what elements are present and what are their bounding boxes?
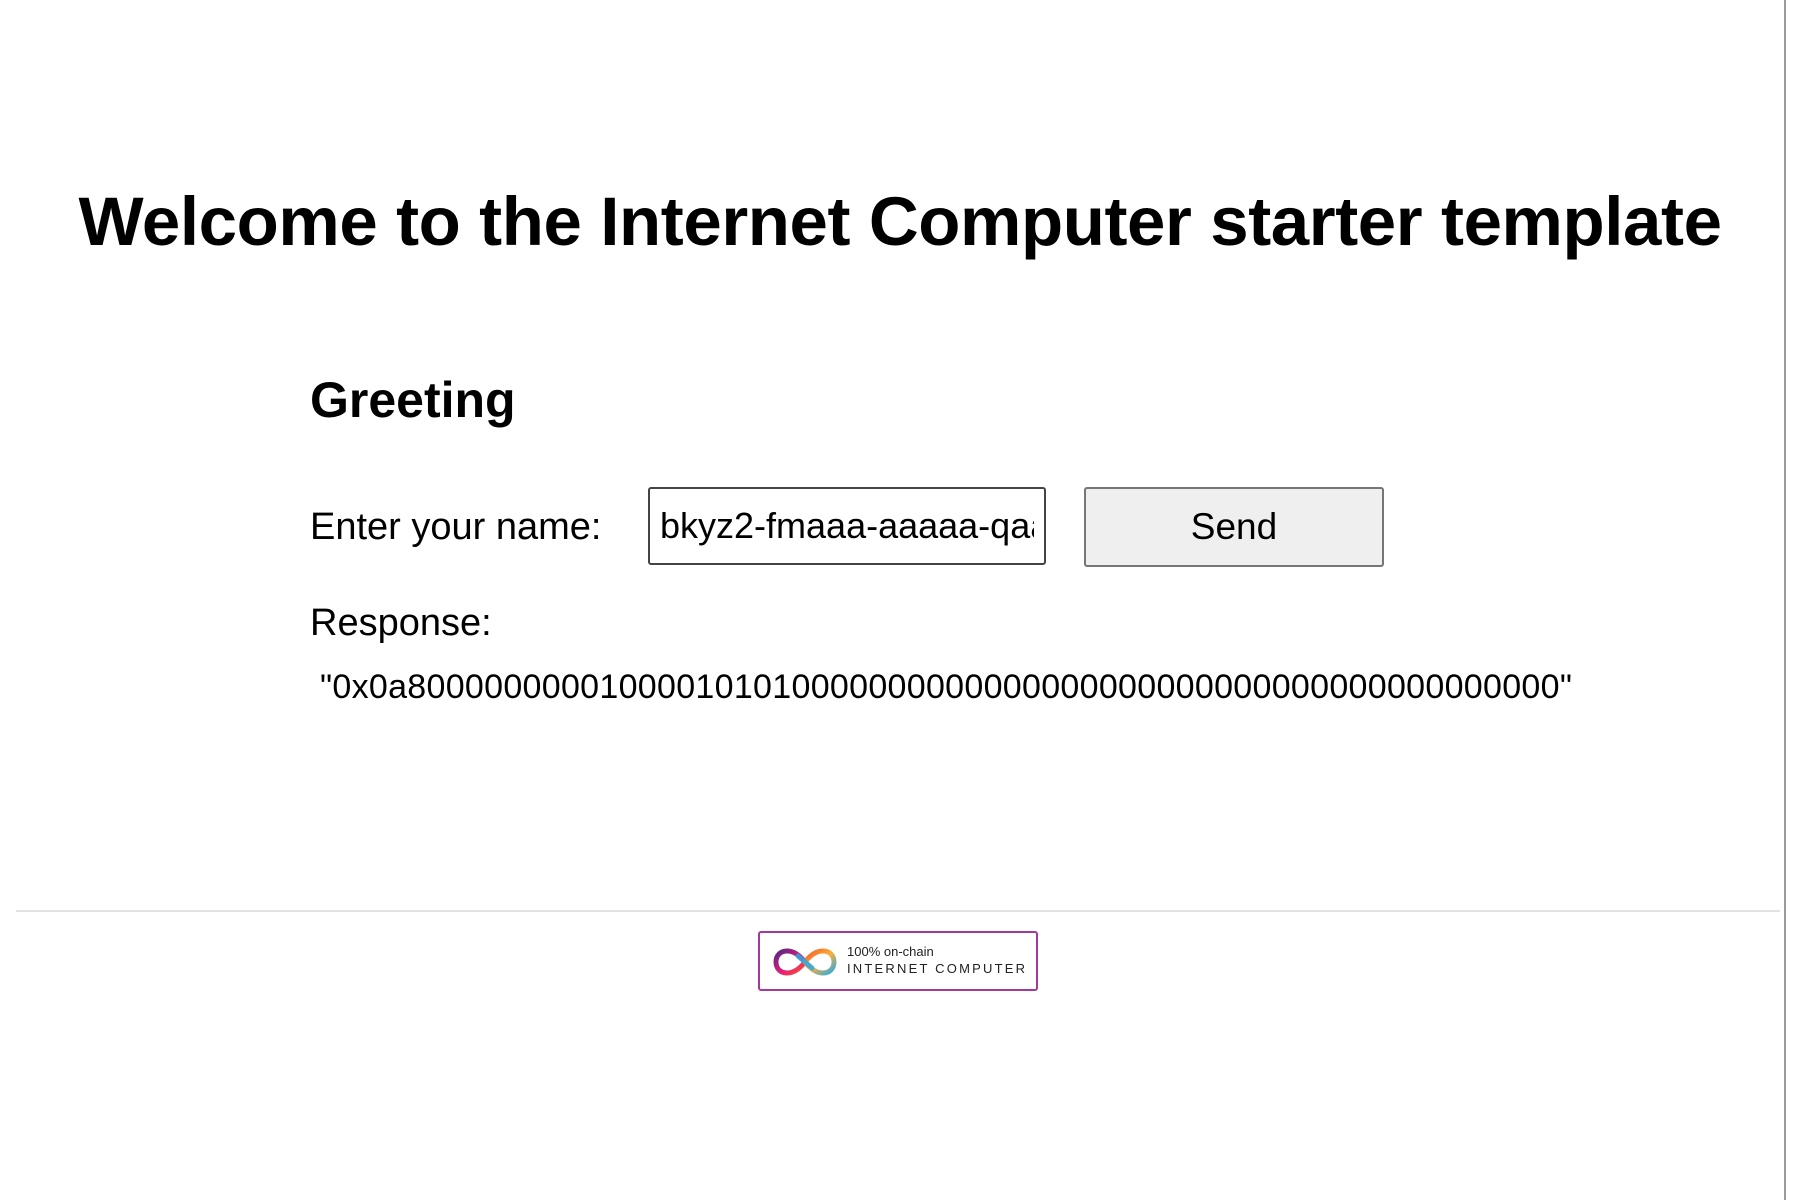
greeting-section: Greeting Enter your name: Send Response:…: [310, 370, 1760, 706]
badge-tagline: 100% on-chain: [847, 944, 934, 959]
window-edge: [1784, 0, 1786, 1200]
greeting-heading: Greeting: [310, 372, 516, 428]
footer-divider: [16, 910, 1780, 912]
internet-computer-badge[interactable]: 100% on-chain INTERNET COMPUTER: [758, 931, 1038, 991]
response-label: Response:: [310, 602, 492, 644]
name-label: Enter your name:: [310, 506, 602, 548]
infinity-logo-icon: [773, 948, 837, 976]
page: Welcome to the Internet Computer starter…: [0, 0, 1800, 1200]
badge-brand-text: INTERNET COMPUTER: [847, 961, 1028, 976]
send-button[interactable]: Send: [1084, 487, 1384, 567]
page-title: Welcome to the Internet Computer starter…: [78, 183, 1722, 260]
greeting-form: Enter your name: Send: [310, 487, 1384, 567]
name-input[interactable]: [648, 487, 1046, 565]
response-value: "0x0a80000000001000010101000000000000000…: [320, 668, 1573, 706]
